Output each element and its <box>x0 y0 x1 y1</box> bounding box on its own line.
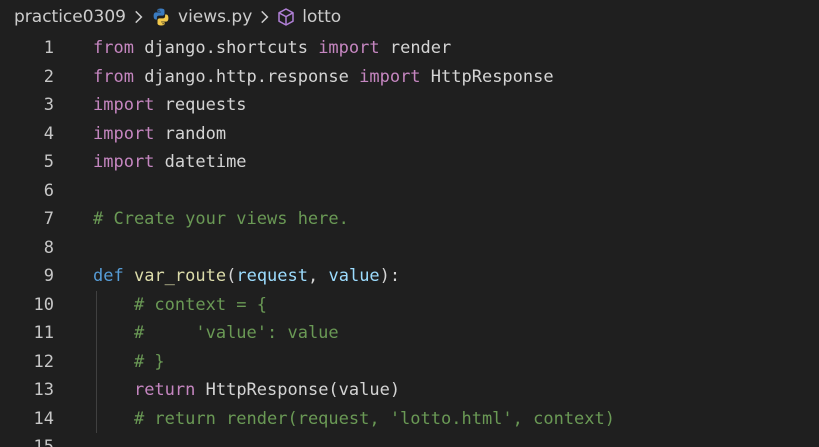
code-token: import <box>93 123 155 144</box>
line-number: 12 <box>33 351 54 372</box>
code-token: django.http.response <box>133 66 360 87</box>
code-token: render <box>379 38 452 58</box>
code-token: # Create your views here. <box>93 209 349 229</box>
line-content: # Create your views here. <box>93 205 349 234</box>
line-number: 7 <box>43 209 54 229</box>
line-content: # 'value': value <box>93 319 339 348</box>
code-line[interactable]: 10 # context = { <box>0 290 819 320</box>
code-line[interactable]: 12 # } <box>0 347 819 377</box>
code-token: requests <box>154 95 247 115</box>
code-token: import <box>318 38 380 58</box>
line-number: 8 <box>43 237 54 258</box>
line-number: 15 <box>33 437 54 447</box>
code-token: import <box>93 95 155 115</box>
code-line[interactable]: 7 # Create your views here. <box>0 205 819 234</box>
code-token: , <box>308 266 329 286</box>
breadcrumb-file[interactable]: views.py <box>178 7 252 27</box>
code-line[interactable]: 8 <box>0 234 819 263</box>
line-number: 3 <box>43 95 54 115</box>
code-line[interactable]: 6 <box>0 177 819 206</box>
line-content: import requests <box>93 91 247 120</box>
line-content: import random <box>93 120 226 149</box>
code-token: ): <box>379 266 401 286</box>
line-number: 11 <box>33 323 54 343</box>
code-token: from <box>93 66 134 87</box>
code-line[interactable]: 3 import requests <box>0 91 819 120</box>
code-token: import <box>359 66 421 87</box>
code-line[interactable]: 15 <box>0 433 819 447</box>
chevron-right-icon <box>261 10 269 24</box>
code-token: def <box>93 266 124 286</box>
line-number: 10 <box>33 294 54 315</box>
line-number: 1 <box>43 38 54 58</box>
code-token: random <box>154 123 227 144</box>
code-area[interactable]: 1 from django.shortcuts import render 2 fro… <box>0 34 819 447</box>
code-line[interactable]: 4 import random <box>0 120 819 149</box>
breadcrumb: practice0309 views.py lotto <box>0 0 819 34</box>
code-token: ( <box>226 266 237 286</box>
code-token: return <box>133 380 196 400</box>
line-number: 5 <box>43 152 54 172</box>
line-content: def var_route(request, value): <box>93 262 400 291</box>
code-token: from <box>93 38 134 58</box>
code-token: # context = { <box>133 294 268 315</box>
line-number: 13 <box>33 380 54 400</box>
code-token: import <box>93 152 155 172</box>
code-token: # } <box>133 351 165 372</box>
code-token: # return render(request, 'lotto.html', c… <box>133 408 615 429</box>
line-content: import datetime <box>93 148 247 177</box>
code-editor[interactable]: practice0309 views.py lotto 1 from django… <box>0 0 819 447</box>
line-content: from django.shortcuts import render <box>93 34 451 63</box>
code-line[interactable]: 13 return HttpResponse(value) <box>0 376 819 405</box>
code-line[interactable]: 9 def var_route(request, value): <box>0 262 819 291</box>
breadcrumb-folder[interactable]: practice0309 <box>14 7 126 27</box>
line-number: 2 <box>43 66 54 87</box>
line-number: 4 <box>43 123 54 144</box>
code-line[interactable]: 14 # return render(request, 'lotto.html'… <box>0 404 819 434</box>
code-token: value <box>328 266 380 286</box>
line-content: # } <box>93 348 165 377</box>
code-line[interactable]: 1 from django.shortcuts import render <box>0 34 819 63</box>
code-line[interactable]: 5 import datetime <box>0 148 819 177</box>
code-token: request <box>236 266 308 286</box>
line-content: return HttpResponse(value) <box>93 376 400 405</box>
line-number: 9 <box>43 266 54 286</box>
code-line[interactable]: 2 from django.http.response import HttpRe… <box>0 63 819 92</box>
chevron-right-icon <box>135 10 143 24</box>
code-line[interactable]: 11 # 'value': value <box>0 319 819 348</box>
code-token: datetime <box>154 152 247 172</box>
line-content: # context = { <box>93 291 267 320</box>
python-icon <box>153 8 169 26</box>
code-token: HttpResponse(value) <box>195 380 401 400</box>
code-token: django.shortcuts <box>133 38 319 58</box>
breadcrumb-symbol[interactable]: lotto <box>302 7 341 27</box>
code-token: # 'value': value <box>133 323 339 343</box>
line-number: 14 <box>33 408 54 429</box>
code-token: var_route <box>133 266 227 286</box>
line-content: # return render(request, 'lotto.html', c… <box>93 405 615 434</box>
cube-symbol-icon <box>278 8 295 26</box>
line-content: from django.http.response import HttpRes… <box>93 63 554 92</box>
line-number: 6 <box>43 180 54 201</box>
code-token: HttpResponse <box>420 66 554 87</box>
